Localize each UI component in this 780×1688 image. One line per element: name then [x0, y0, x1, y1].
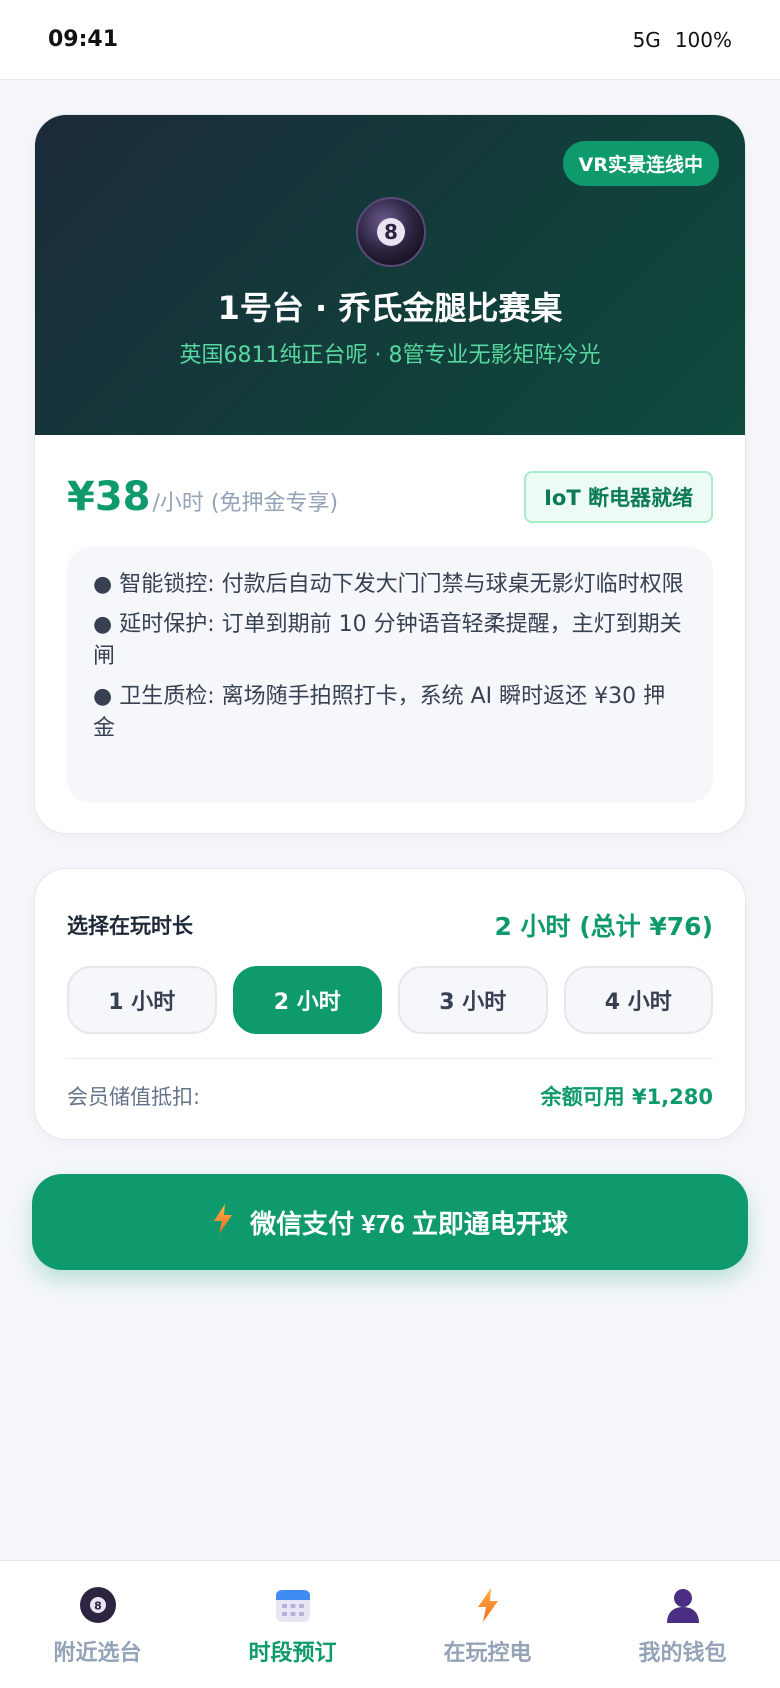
duration-options: 1 小时 2 小时 3 小时 4 小时 — [67, 966, 713, 1034]
member-deduction-row[interactable]: 会员储值抵扣: 余额可用 ¥1,280 — [67, 1081, 713, 1111]
price-block: ¥38/小时 (免押金专享) — [67, 474, 338, 520]
table-title: 1号台 · 乔氏金腿比赛桌 — [217, 289, 563, 327]
table-subtitle: 英国6811纯正台呢 · 8管专业无影矩阵冷光 — [179, 343, 601, 368]
feature-item: ● 延时保护: 订单到期前 10 分钟语音轻柔提醒，主灯到期关闸 — [93, 612, 682, 669]
duration-total: 2 小时 (总计 ¥76) — [494, 912, 713, 941]
battery-indicator: 100% — [674, 27, 732, 52]
tab-wallet[interactable]: 我的钱包 — [585, 1561, 780, 1688]
lightning-icon — [212, 1203, 234, 1241]
table-card: VR实景连线中 8 1号台 · 乔氏金腿比赛桌 英国6811纯正台呢 · 8管专… — [34, 114, 746, 834]
status-indicators: 5G 100% — [633, 28, 732, 52]
feature-item: ● 卫生质检: 离场随手拍照打卡，系统 AI 瞬时返还 ¥30 押金 — [93, 684, 666, 741]
bottom-tab-bar: 8 附近选台 时段预订 在玩控电 我的钱包 — [0, 1560, 780, 1688]
tab-label: 在玩控电 — [443, 1641, 532, 1666]
duration-option-2h[interactable]: 2 小时 — [232, 966, 382, 1034]
hourly-price: ¥38 — [67, 474, 151, 520]
tab-power-control[interactable]: 在玩控电 — [390, 1561, 585, 1688]
member-deduction-label: 会员储值抵扣: — [67, 1085, 201, 1109]
calendar-icon — [273, 1585, 313, 1625]
table-hero: VR实景连线中 8 1号台 · 乔氏金腿比赛桌 英国6811纯正台呢 · 8管专… — [35, 115, 745, 435]
price-row: ¥38/小时 (免押金专享) IoT 断电器就绪 — [67, 471, 713, 523]
tab-booking[interactable]: 时段预订 — [195, 1561, 390, 1688]
duration-header: 选择在玩时长 2 小时 (总计 ¥76) — [67, 907, 713, 943]
8-ball-icon: 8 — [78, 1585, 118, 1625]
feature-list: ● 智能锁控: 付款后自动下发大门门禁与球桌无影灯临时权限 ● 延时保护: 订单… — [67, 547, 713, 803]
tab-label: 时段预订 — [248, 1641, 337, 1666]
svg-text:8: 8 — [384, 220, 398, 244]
lightning-icon — [468, 1585, 508, 1625]
duration-card: 选择在玩时长 2 小时 (总计 ¥76) 1 小时 2 小时 3 小时 4 小时… — [34, 868, 746, 1140]
status-time: 09:41 — [48, 27, 119, 52]
feature-item: ● 智能锁控: 付款后自动下发大门门禁与球桌无影灯临时权限 — [93, 572, 684, 597]
pay-button-label: 微信支付 ¥76 立即通电开球 — [250, 1208, 568, 1239]
svg-text:8: 8 — [94, 1600, 102, 1613]
iot-status-badge: IoT 断电器就绪 — [524, 471, 713, 523]
tab-label: 我的钱包 — [638, 1641, 727, 1666]
member-balance: 余额可用 ¥1,280 — [540, 1085, 713, 1109]
8-ball-icon: 8 — [355, 196, 427, 268]
price-unit: /小时 (免押金专享) — [152, 491, 339, 516]
tab-nearby[interactable]: 8 附近选台 — [0, 1561, 195, 1688]
network-indicator: 5G — [632, 27, 661, 52]
wechat-pay-button[interactable]: 微信支付 ¥76 立即通电开球 — [32, 1174, 748, 1270]
user-icon — [663, 1585, 703, 1625]
tab-label: 附近选台 — [53, 1641, 142, 1666]
duration-label: 选择在玩时长 — [67, 914, 193, 938]
duration-option-1h[interactable]: 1 小时 — [67, 966, 217, 1034]
divider — [67, 1058, 713, 1059]
duration-option-4h[interactable]: 4 小时 — [563, 966, 713, 1034]
duration-option-3h[interactable]: 3 小时 — [398, 966, 548, 1034]
status-bar: 09:41 5G 100% — [0, 0, 780, 80]
vr-live-badge[interactable]: VR实景连线中 — [562, 141, 719, 186]
